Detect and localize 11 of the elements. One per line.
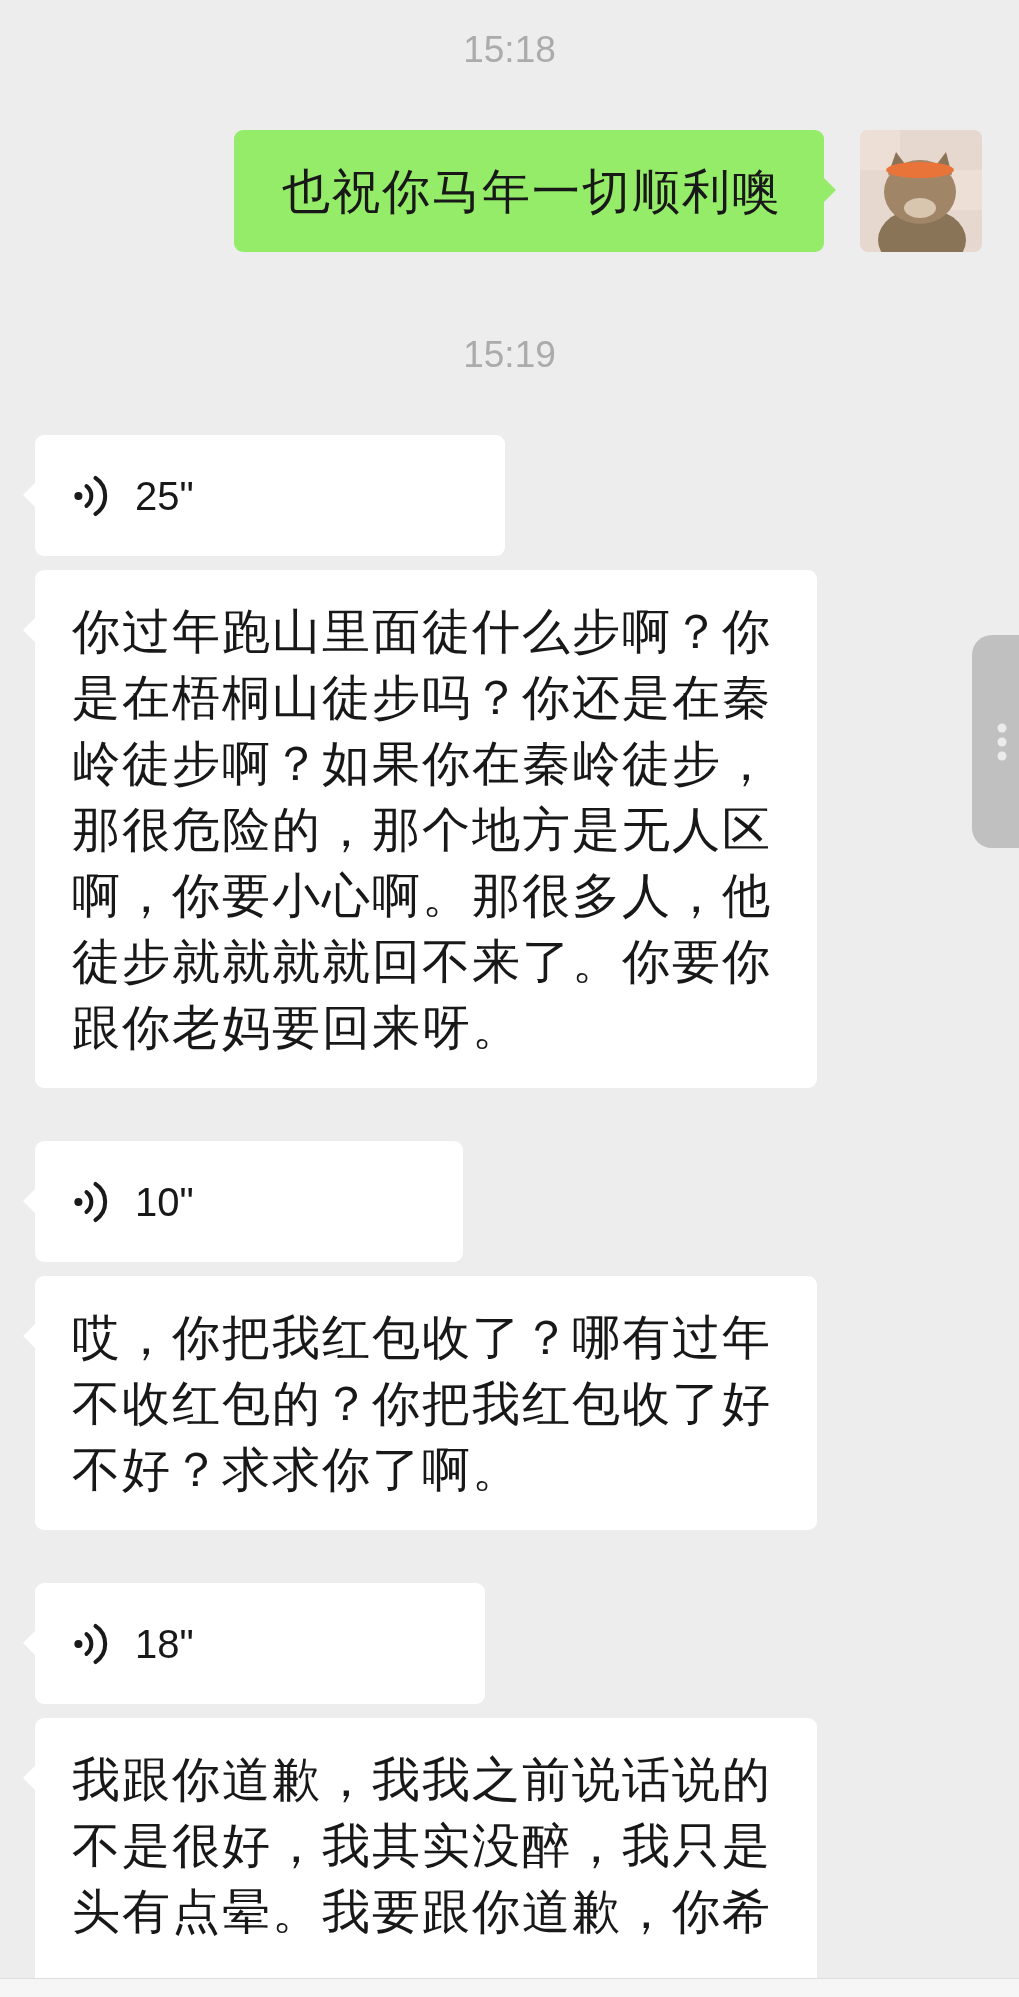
- voice-message[interactable]: 25": [35, 435, 505, 556]
- message-bubble: 哎，你把我红包收了？哪有过年不收红包的？你把我红包收了好不好？求求你了啊。: [35, 1276, 817, 1530]
- timestamp: 15:19: [463, 333, 556, 377]
- bubble-tail: [824, 178, 836, 202]
- message-bubble: 也祝你马年一切顺利噢: [234, 130, 824, 252]
- message-bubble: 你过年跑山里面徒什么步啊？你是在梧桐山徒步吗？你还是在秦岭徒步啊？如果你在秦岭徒步，那很危险的，那个地方是无人区啊，你要小心啊。那很多人，他徒步就就就就回不来了。你要你跟你老妈要回来呀。: [35, 570, 817, 1088]
- timestamp: 15:18: [463, 28, 556, 72]
- side-handle[interactable]: [972, 635, 1019, 848]
- voice-message[interactable]: 10": [35, 1141, 463, 1262]
- more-icon: [996, 721, 1007, 762]
- voice-message[interactable]: 18": [35, 1583, 486, 1704]
